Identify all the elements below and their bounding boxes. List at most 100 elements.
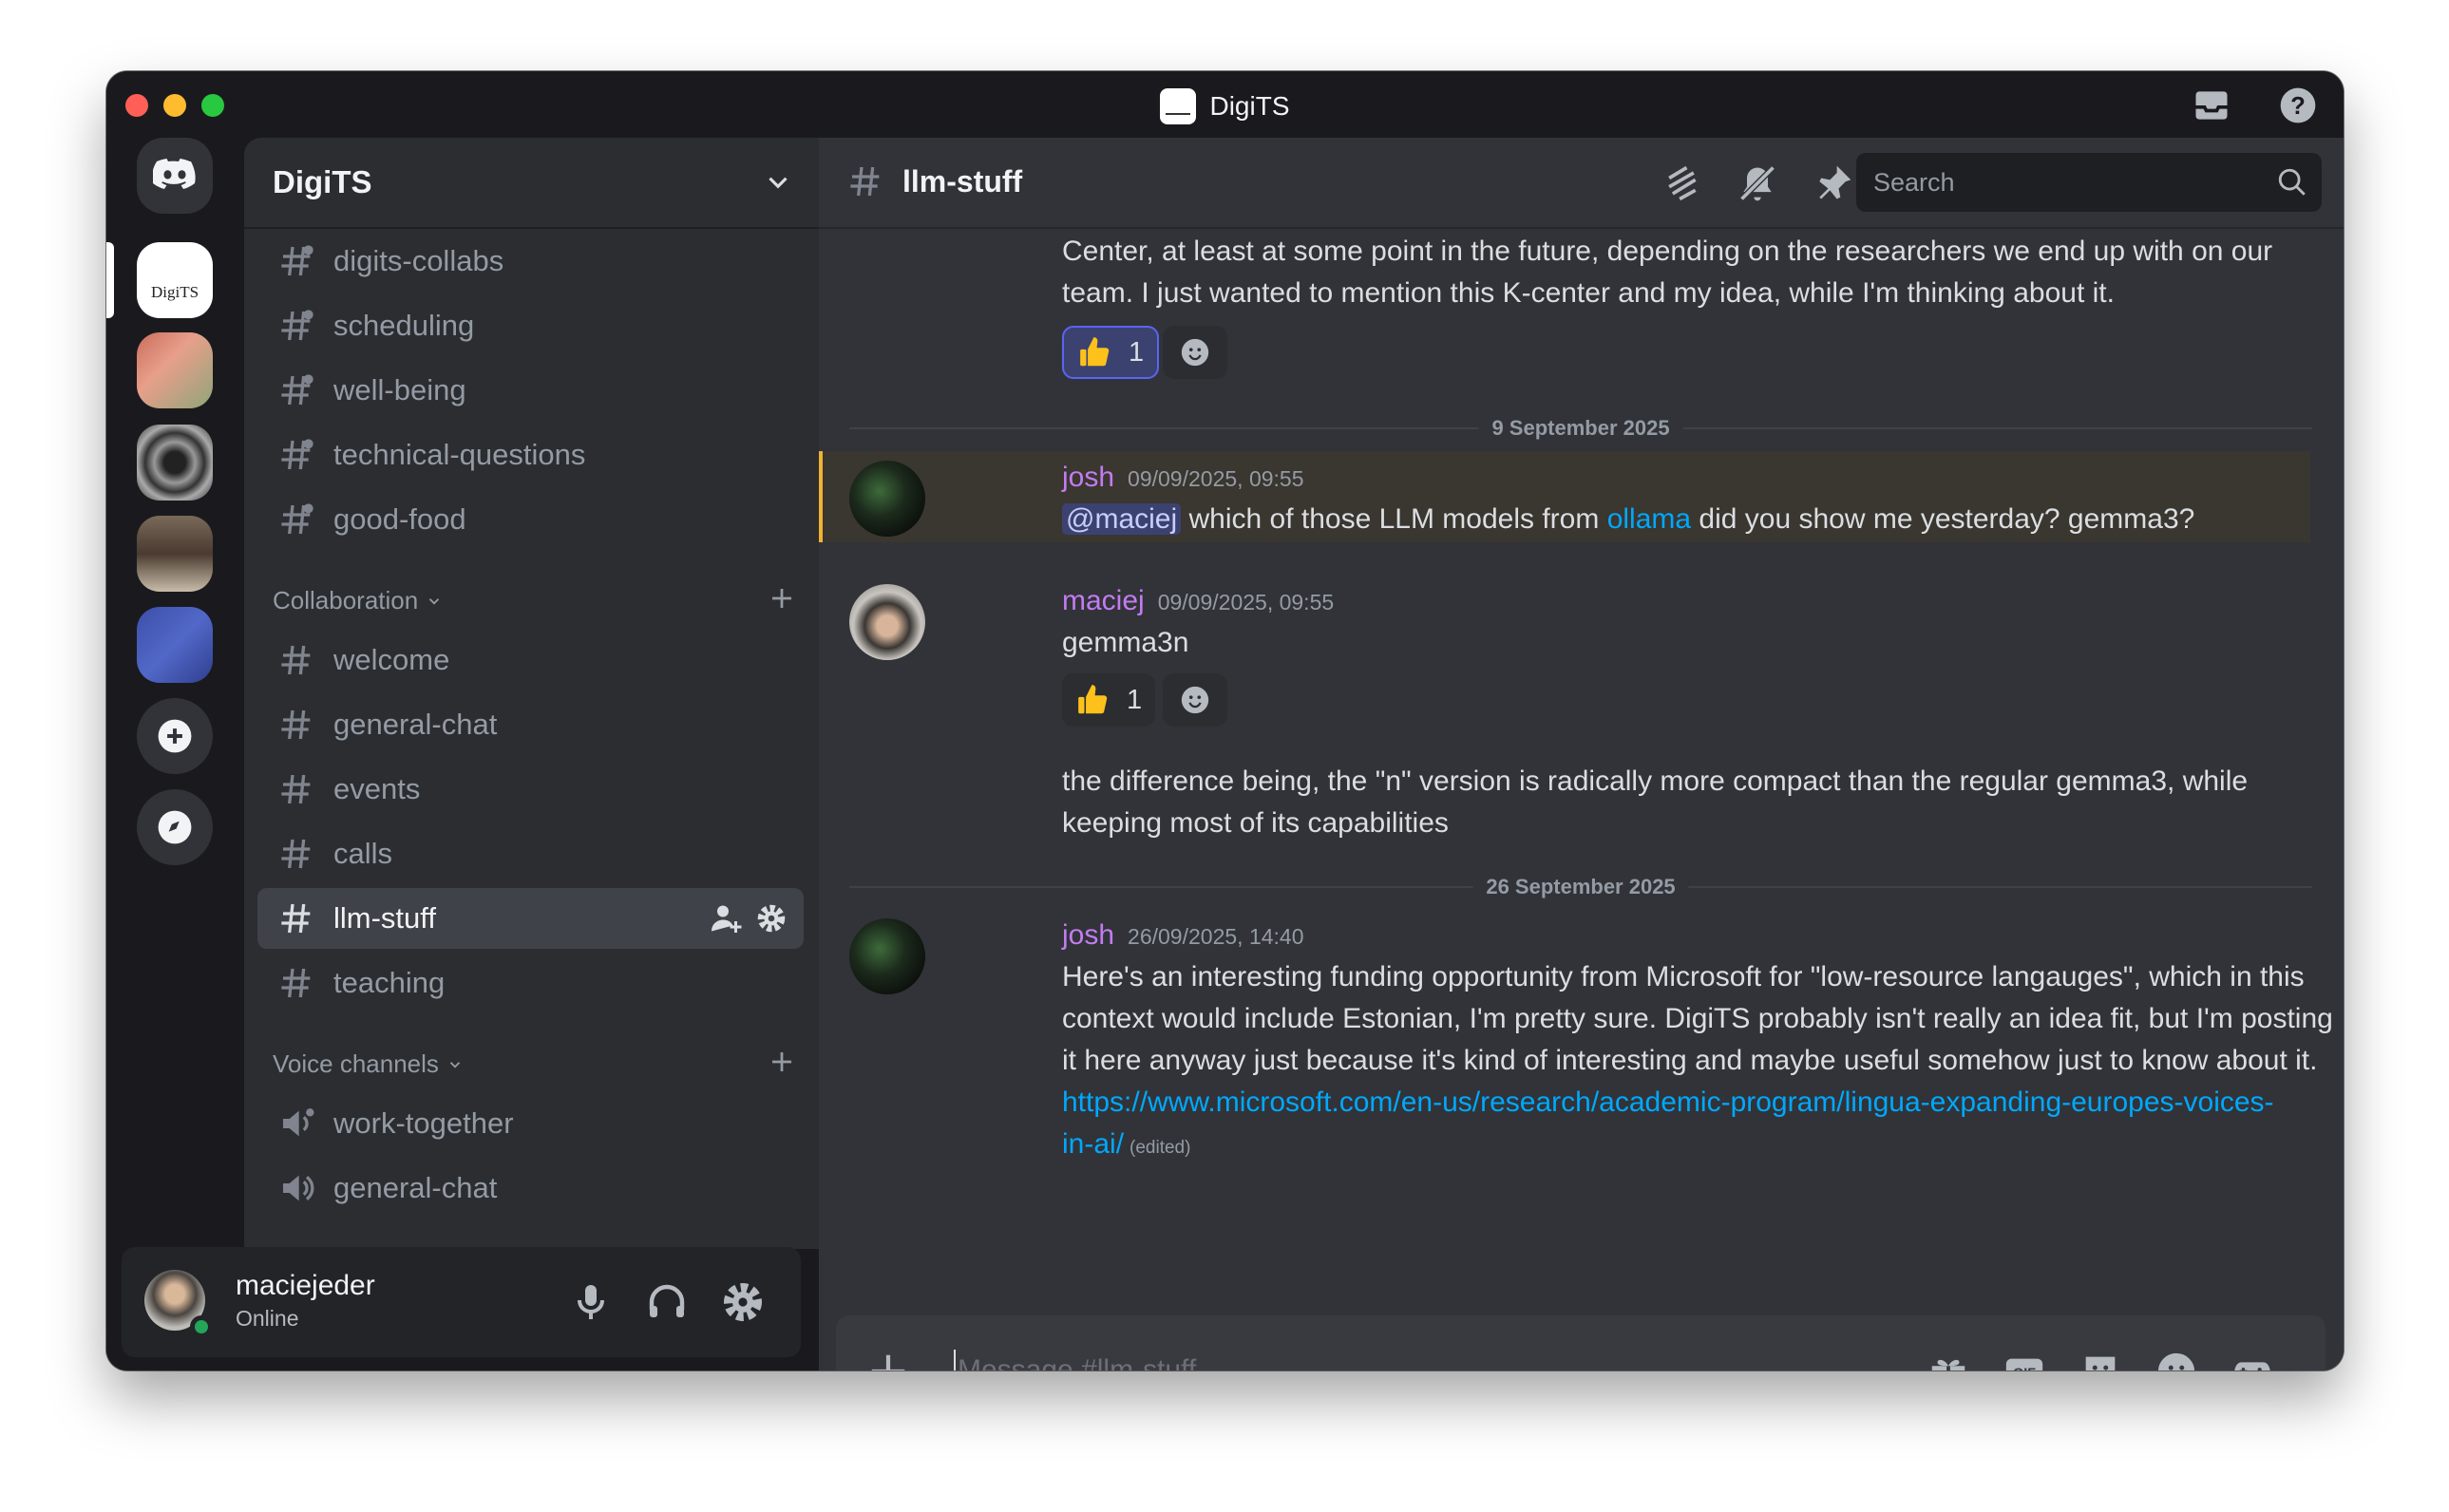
hash-icon	[281, 645, 311, 675]
avatar[interactable]	[849, 918, 925, 994]
message-text: which of those LLM models from	[1181, 503, 1607, 535]
channel-well-being[interactable]: well-being	[257, 360, 804, 421]
search-bar[interactable]	[1856, 153, 2322, 212]
message-body: gemma3n	[1062, 627, 1189, 658]
channel-llm-stuff[interactable]: llm-stuff	[257, 888, 804, 949]
create-voice-channel-icon[interactable]	[768, 1048, 796, 1076]
gear-icon[interactable]	[754, 901, 788, 936]
chevron-down-icon[interactable]	[762, 166, 794, 198]
emoji-icon[interactable]	[2155, 1350, 2198, 1370]
message-body: the difference being, the "n" version is…	[1062, 765, 2249, 797]
channel-digits-collabs[interactable]: digits-collabs	[257, 231, 804, 292]
speaker-icon	[283, 1175, 314, 1201]
channel-scheduling[interactable]: scheduling	[257, 295, 804, 356]
gift-icon[interactable]	[1927, 1350, 1970, 1370]
message-link[interactable]: https://www.microsoft.com/en-us/research…	[1062, 1087, 2274, 1118]
threads-icon[interactable]	[1661, 162, 1702, 204]
text-channel-thread-icon	[281, 503, 313, 535]
date-divider: 26 September 2025	[849, 875, 2312, 899]
discover-button[interactable]	[137, 789, 213, 865]
channel-good-food[interactable]: good-food	[257, 489, 804, 550]
microphone-icon[interactable]	[568, 1279, 614, 1325]
add-reaction-button[interactable]	[1163, 673, 1227, 727]
headphones-icon[interactable]	[644, 1279, 690, 1325]
user-settings-gear-icon[interactable]	[720, 1279, 766, 1325]
channel-general-chat[interactable]: general-chat	[257, 694, 804, 755]
avatar[interactable]	[849, 584, 925, 660]
message-body: context would include Estonian, I'm pret…	[1062, 1003, 2333, 1034]
create-channel-icon[interactable]	[768, 584, 796, 613]
message-input[interactable]	[954, 1350, 1809, 1370]
search-input[interactable]	[1873, 164, 2253, 200]
gif-icon[interactable]: GIF	[2003, 1350, 2046, 1370]
channel-technical-questions[interactable]: technical-questions	[257, 425, 804, 485]
window-title-text: DigiTS	[1209, 91, 1290, 121]
date-divider: 9 September 2025	[849, 416, 2312, 441]
message-link[interactable]: in-ai/	[1062, 1128, 1124, 1160]
channel-welcome[interactable]: welcome	[257, 630, 804, 690]
username[interactable]: maciejeder	[236, 1270, 375, 1302]
avatar[interactable]	[849, 461, 925, 537]
channel-label: technical-questions	[333, 438, 586, 471]
reaction-thumbs-up[interactable]: 1	[1062, 326, 1160, 379]
svg-text:GIF: GIF	[2013, 1367, 2036, 1370]
message-author[interactable]: maciej	[1062, 585, 1145, 616]
category-voice-channels[interactable]: Voice channels	[273, 1049, 464, 1079]
server-building[interactable]	[137, 516, 213, 592]
category-label: Voice channels	[273, 1049, 439, 1078]
channel-label: teaching	[333, 966, 446, 999]
server-rail: DigiTS	[106, 138, 244, 1370]
message-timestamp: 09/09/2025, 09:55	[1157, 590, 1335, 614]
help-icon[interactable]: ?	[2277, 85, 2319, 126]
category-collaboration[interactable]: Collaboration	[273, 586, 443, 615]
upload-plus-icon[interactable]	[866, 1350, 910, 1370]
sticker-icon[interactable]	[2079, 1350, 2122, 1370]
inbox-icon[interactable]	[2191, 85, 2232, 126]
server-blueprint[interactable]	[137, 607, 213, 683]
server-header[interactable]: DigiTS	[244, 138, 819, 229]
message-link-line: https://www.microsoft.com/en-us/research…	[1062, 1082, 2335, 1124]
add-server-button[interactable]	[137, 698, 213, 774]
user-mention[interactable]: @maciej	[1062, 503, 1182, 535]
channel-events[interactable]: events	[257, 759, 804, 820]
text-channel-thread-icon	[281, 245, 313, 276]
online-status-indicator	[190, 1315, 213, 1338]
channel-label: events	[333, 772, 421, 805]
thumbs-up-emoji-icon	[1078, 685, 1108, 714]
channel-label: well-being	[333, 373, 466, 406]
message-body: @maciej which of those LLM models from o…	[1062, 499, 2335, 540]
selected-server-indicator	[106, 242, 114, 318]
message-link-line: in-ai/ (edited)	[1062, 1124, 2335, 1169]
message-body: it here anyway just because it's kind of…	[1062, 1045, 2318, 1076]
category-label: Collaboration	[273, 586, 419, 614]
window-title: DigiTS	[106, 88, 2344, 124]
channel-label: good-food	[333, 502, 466, 536]
message-link[interactable]: ollama	[1607, 503, 1691, 535]
channel-header: llm-stuff	[819, 138, 2344, 229]
channel-label: welcome	[333, 643, 450, 676]
direct-messages-button[interactable]	[137, 138, 213, 214]
message-partial-line-1: Center, at least at some point in the fu…	[1062, 236, 2273, 267]
channel-teaching[interactable]: teaching	[257, 953, 804, 1013]
channel-calls[interactable]: calls	[257, 823, 804, 884]
voice-channel-general-chat[interactable]: general-chat	[257, 1158, 804, 1219]
add-reaction-button[interactable]	[1163, 326, 1227, 379]
notification-bell-muted-icon[interactable]	[1737, 162, 1778, 204]
reaction-thumbs-up[interactable]: 1	[1062, 673, 1156, 727]
date-divider-label: 26 September 2025	[1472, 875, 1689, 899]
pin-icon[interactable]	[1813, 162, 1854, 204]
activities-gamepad-icon[interactable]	[2231, 1350, 2274, 1370]
server-digits[interactable]: DigiTS	[137, 242, 213, 318]
svg-text:?: ?	[2290, 93, 2306, 120]
message-author[interactable]: josh	[1062, 462, 1114, 493]
channel-label: calls	[333, 837, 393, 870]
hash-icon	[281, 903, 311, 934]
invite-user-icon[interactable]	[709, 901, 743, 936]
user-panel: maciejeder Online	[122, 1247, 801, 1357]
message-author[interactable]: josh	[1062, 919, 1114, 951]
channel-label: general-chat	[333, 708, 498, 741]
chevron-down-icon	[429, 597, 440, 605]
voice-channel-work-together[interactable]: work-together	[257, 1093, 804, 1154]
server-speaker[interactable]	[137, 425, 213, 501]
server-photo-1[interactable]	[137, 332, 213, 408]
